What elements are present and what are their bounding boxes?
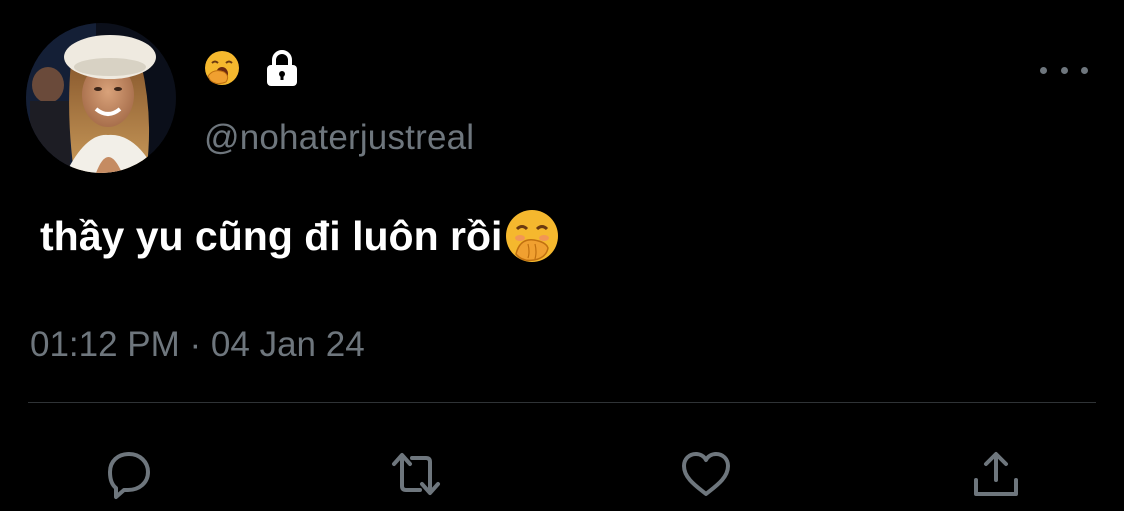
- author-handle[interactable]: @nohaterjustreal: [204, 118, 474, 158]
- more-dot: [1081, 66, 1088, 74]
- more-dot: [1060, 66, 1068, 74]
- tweet-text: thầy yu cũng đi luôn rồi: [40, 208, 560, 264]
- retweet-button[interactable]: [386, 444, 446, 504]
- divider: [28, 402, 1096, 403]
- avatar[interactable]: [26, 23, 176, 173]
- tweet-text-content: thầy yu cũng đi luôn rồi: [40, 212, 503, 259]
- share-button[interactable]: [966, 444, 1026, 504]
- display-name-row[interactable]: [204, 46, 302, 90]
- lock-icon: [267, 50, 297, 86]
- heart-icon: [682, 452, 730, 496]
- share-icon: [974, 452, 1018, 496]
- reply-icon: [108, 452, 150, 499]
- more-dot: [1040, 66, 1047, 74]
- profile-photo: [26, 23, 176, 173]
- reply-button[interactable]: [98, 444, 158, 504]
- tweet-timestamp[interactable]: 01:12 PM · 04 Jan 24: [30, 325, 365, 365]
- more-options-icon[interactable]: [1040, 56, 1088, 84]
- yawning-face-emoji-icon: [205, 51, 239, 85]
- retweet-icon: [392, 453, 440, 495]
- like-button[interactable]: [676, 444, 736, 504]
- face-with-hand-over-mouth-emoji-icon: [506, 210, 559, 262]
